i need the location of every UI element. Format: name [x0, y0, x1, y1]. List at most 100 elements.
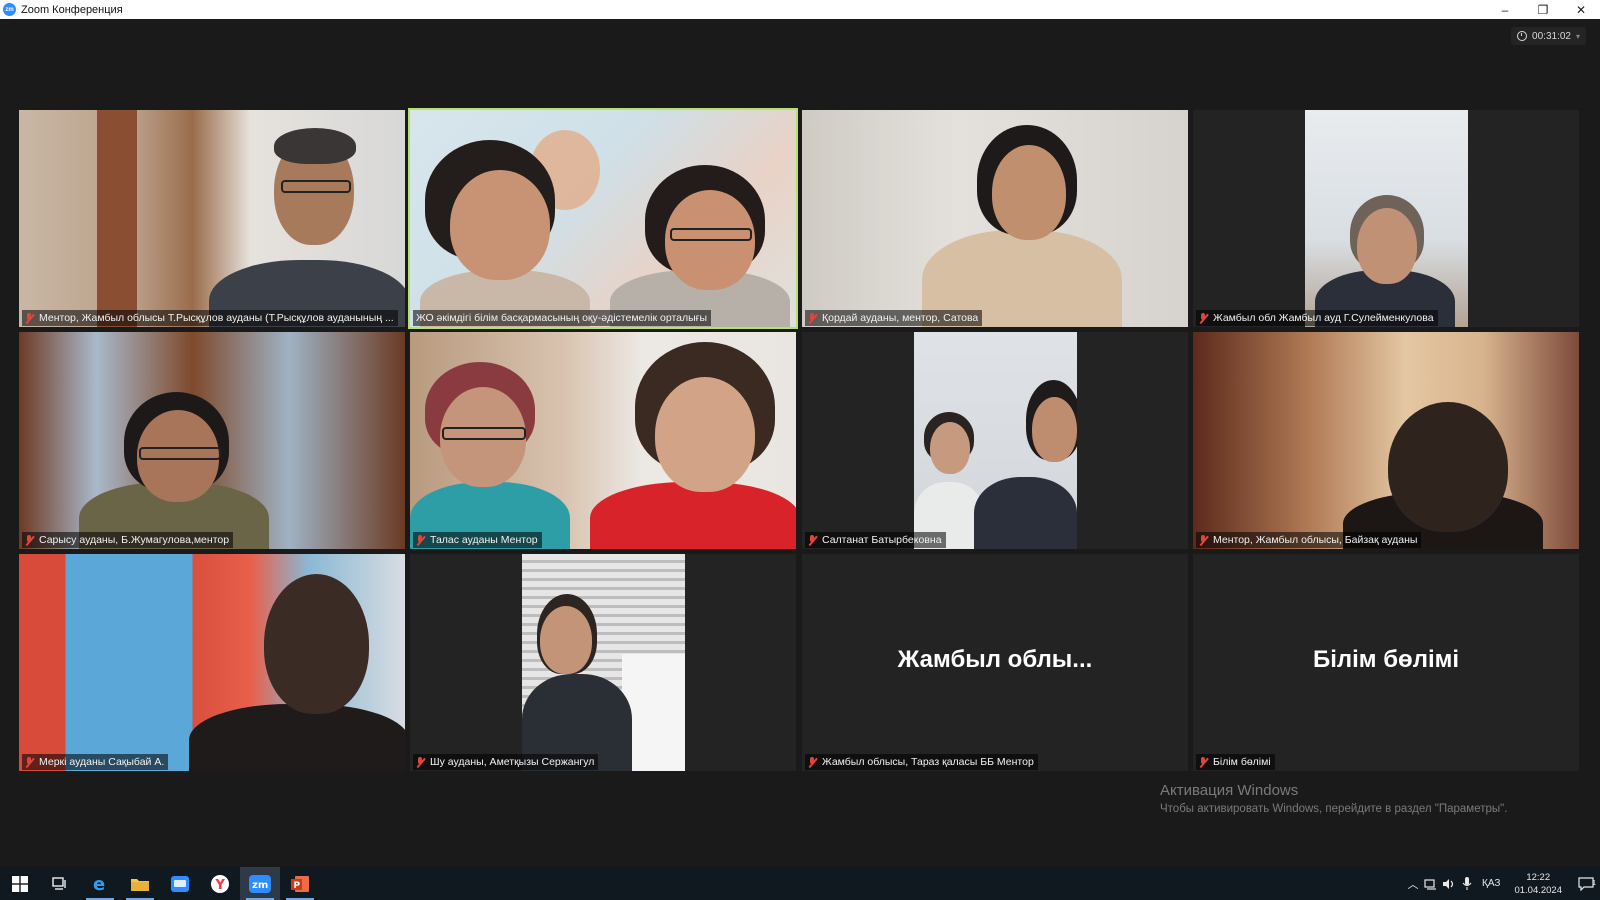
video-tile-2[interactable]: ЖО әкімдігі білім басқармасының оқу-әдіс… — [408, 108, 798, 329]
clock-date: 01.04.2024 — [1514, 884, 1562, 896]
participant-name-bar: Шу ауданы, Аметқызы Сержангул — [413, 754, 599, 770]
glasses — [442, 427, 526, 440]
participant-display-name: Білім бөлімі — [1312, 646, 1460, 673]
microphone-icon[interactable] — [1458, 877, 1476, 890]
mic-muted-icon — [1199, 312, 1208, 324]
video-tile-10[interactable]: Шу ауданы, Аметқызы Сержангул — [410, 554, 796, 771]
participant-video — [19, 332, 405, 549]
person-head — [540, 606, 592, 674]
restore-button[interactable]: ❐ — [1524, 0, 1562, 19]
meeting-timer[interactable]: 00:31:02 ▾ — [1511, 27, 1586, 45]
mic-muted-icon — [25, 312, 34, 324]
participant-name-bar: Талас ауданы Ментор — [413, 532, 542, 548]
windows-activation-watermark: Активация Windows Чтобы активировать Win… — [1160, 782, 1507, 815]
person-head — [1032, 397, 1077, 462]
participant-name-bar: Ментор, Жамбыл облысы Т.Рысқұлов ауданы … — [22, 310, 398, 326]
input-language[interactable]: ҚАЗ — [1482, 878, 1500, 889]
cabinet — [97, 110, 137, 327]
mic-muted-icon — [416, 756, 425, 768]
window-titlebar: zm Zoom Конференция – ❐ ✕ — [0, 0, 1600, 19]
video-tile-1[interactable]: Ментор, Жамбыл облысы Т.Рысқұлов ауданы … — [19, 110, 405, 327]
zoom-icon: zm — [249, 874, 271, 893]
mic-muted-icon — [25, 756, 34, 768]
yandex-browser-taskbar-button[interactable]: Y — [200, 867, 240, 900]
video-tile-12[interactable]: Білім бөлімі Білім бөлімі — [1193, 554, 1579, 771]
svg-text:P: P — [294, 881, 301, 891]
participant-display-name: Жамбыл облы... — [897, 646, 1093, 673]
video-tile-8[interactable]: Ментор, Жамбыл облысы, Байзақ ауданы — [1193, 332, 1579, 549]
watermark-subtitle: Чтобы активировать Windows, перейдите в … — [1160, 803, 1508, 815]
folder-icon — [131, 878, 149, 891]
video-tile-3[interactable]: Қордай ауданы, ментор, Сатова — [802, 110, 1188, 327]
zoom-app-icon: zm — [3, 3, 16, 16]
participant-name: Ментор, Жамбыл облысы Т.Рысқұлов ауданы … — [39, 312, 394, 324]
window-title: Zoom Конференция — [21, 3, 123, 16]
participant-name: Жамбыл обл Жамбыл ауд Г.Сулейменкулова — [1213, 312, 1434, 324]
notification-count: 1 — [1592, 879, 1596, 887]
mic-muted-icon — [808, 756, 817, 768]
person-head — [1388, 402, 1508, 532]
file-explorer-taskbar-button[interactable] — [120, 867, 160, 900]
start-button[interactable] — [0, 867, 40, 900]
system-tray: ︿ ҚАЗ 12:22 01.04.2024 1 — [1404, 867, 1600, 900]
mic-muted-icon — [416, 534, 425, 546]
mic-muted-icon — [808, 312, 817, 324]
mic-muted-icon — [1199, 756, 1208, 768]
timer-value: 00:31:02 — [1532, 30, 1571, 42]
participant-name-bar: Ментор, Жамбыл облысы, Байзақ ауданы — [1196, 532, 1422, 548]
windows-logo-icon — [12, 875, 28, 892]
glasses — [281, 180, 351, 193]
svg-text:Y: Y — [215, 878, 226, 893]
participant-name-bar: Сарысу ауданы, Б.Жумагулова,ментор — [22, 532, 234, 548]
video-tile-9[interactable]: Меркі ауданы Сақыбай А. — [19, 554, 405, 771]
powerpoint-taskbar-button[interactable]: P — [280, 867, 320, 900]
notification-center-icon[interactable]: 1 — [1572, 876, 1600, 891]
chevron-down-icon: ▾ — [1575, 31, 1580, 41]
svg-text:zm: zm — [252, 880, 268, 891]
person-head — [655, 377, 755, 492]
participant-video — [1305, 110, 1468, 327]
video-tile-7[interactable]: Салтанат Батырбековна — [802, 332, 1188, 549]
person-hair — [274, 128, 356, 164]
participant-name: Сарысу ауданы, Б.Жумагулова,ментор — [39, 534, 230, 546]
participant-name: ЖО әкімдігі білім басқармасының оқу-әдіс… — [416, 312, 708, 324]
chevron-up-icon[interactable]: ︿ — [1404, 876, 1422, 892]
minimize-button[interactable]: – — [1486, 0, 1524, 19]
edge-taskbar-button[interactable]: e — [80, 867, 120, 900]
person-body — [974, 477, 1077, 549]
participant-name-bar: ЖО әкімдігі білім басқармасының оқу-әдіс… — [413, 310, 712, 326]
close-button[interactable]: ✕ — [1562, 0, 1600, 19]
person-head — [450, 170, 550, 280]
glasses — [139, 447, 221, 460]
participant-name-bar: Жамбыл облысы, Тараз қаласы ББ Ментор — [805, 754, 1038, 770]
yandex-browser-icon: Y — [211, 874, 229, 893]
system-clock[interactable]: 12:22 01.04.2024 — [1514, 871, 1562, 897]
participant-video — [19, 110, 405, 327]
mic-muted-icon — [25, 534, 34, 546]
person-body — [590, 482, 796, 549]
participant-video — [19, 554, 405, 771]
participant-name-bar: Білім бөлімі — [1196, 754, 1275, 770]
video-tile-6[interactable]: Талас ауданы Ментор — [410, 332, 796, 549]
person-head — [1357, 208, 1417, 284]
participant-name: Талас ауданы Ментор — [430, 534, 538, 546]
participant-name-bar: Қордай ауданы, ментор, Сатова — [805, 310, 983, 326]
participant-video — [802, 110, 1188, 327]
participant-name: Меркі ауданы Сақыбай А. — [39, 756, 165, 768]
video-tile-11[interactable]: Жамбыл облы... Жамбыл облысы, Тараз қала… — [802, 554, 1188, 771]
volume-icon[interactable] — [1440, 878, 1458, 890]
participant-name: Жамбыл облысы, Тараз қаласы ББ Ментор — [822, 756, 1034, 768]
task-view-button[interactable] — [40, 867, 80, 900]
zoom-workplace-taskbar-button[interactable] — [160, 867, 200, 900]
video-tile-4[interactable]: Жамбыл обл Жамбыл ауд Г.Сулейменкулова — [1193, 110, 1579, 327]
mic-muted-icon — [1199, 534, 1208, 546]
zoom-taskbar-button[interactable]: zm — [240, 867, 280, 900]
glasses — [670, 228, 752, 241]
video-tile-5[interactable]: Сарысу ауданы, Б.Жумагулова,ментор — [19, 332, 405, 549]
network-icon[interactable] — [1422, 878, 1440, 890]
person-body — [189, 704, 405, 771]
taskbar: e Y zm P ︿ ҚАЗ 12:22 01.04.2024 1 — [0, 867, 1600, 900]
participant-name-bar: Жамбыл обл Жамбыл ауд Г.Сулейменкулова — [1196, 310, 1438, 326]
clock-time: 12:22 — [1526, 871, 1551, 883]
participant-name-bar: Меркі ауданы Сақыбай А. — [22, 754, 169, 770]
